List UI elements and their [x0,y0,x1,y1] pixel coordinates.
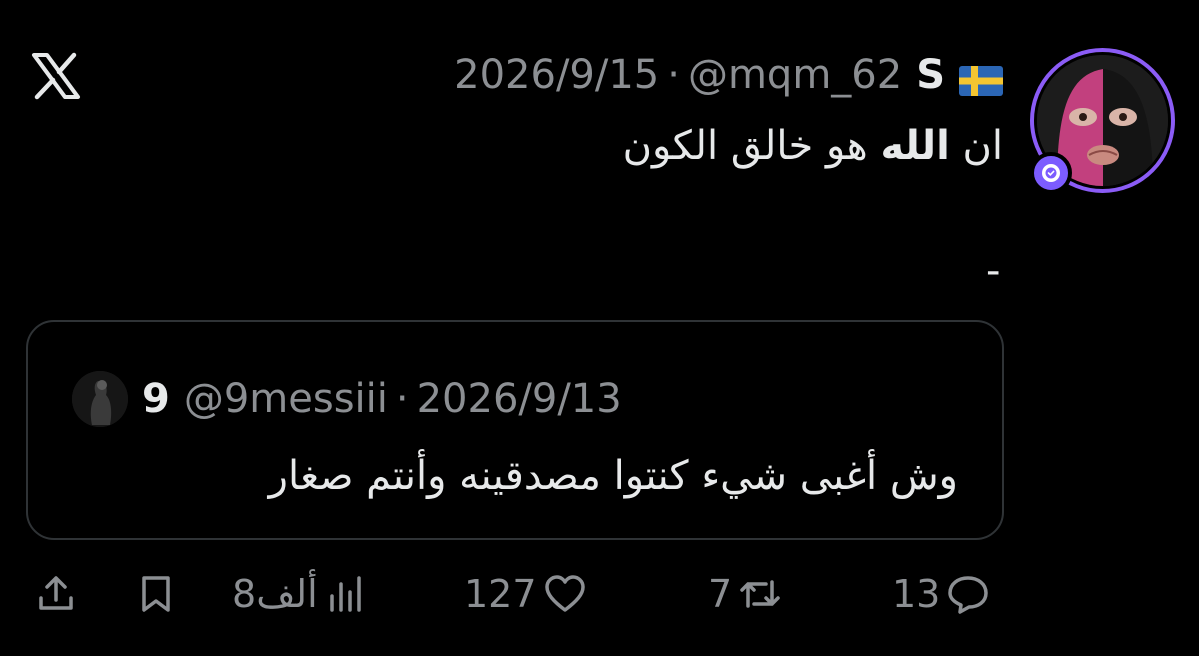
share-button[interactable] [34,566,78,622]
sweden-flag-icon [959,60,1003,96]
quoted-name[interactable]: 9 [142,376,170,422]
tweet-date[interactable]: 2026/9/15 [454,52,659,98]
tweet-text-before: ان [949,123,1004,169]
reposts-count: 7 [708,572,733,616]
views-count: 8ألف [232,572,318,616]
repost-button[interactable]: 7 [708,566,782,622]
reply-button[interactable]: 13 [892,566,990,622]
quoted-header: 9 @9messiii · 2026/9/13 [72,371,622,427]
bookmark-icon [142,576,170,612]
author-avatar[interactable] [1030,48,1175,194]
analytics-icon [329,576,361,612]
quoted-separator-dot: · [395,376,409,422]
x-logo-icon[interactable] [30,52,82,100]
bookmark-button[interactable] [134,566,178,622]
likes-count: 127 [464,572,537,616]
verified-badge-icon [1030,152,1072,194]
author-name[interactable]: S [916,52,945,98]
quoted-date[interactable]: 2026/9/13 [417,376,622,422]
quoted-tweet[interactable]: 9 @9messiii · 2026/9/13 وش أغبى شيء كنتو… [26,320,1004,540]
quoted-text: وش أغبى شيء كنتوا مصدقينه وأنتم صغار [268,453,958,499]
tweet-text: ان الله هو خالق الكون [623,118,1003,174]
quoted-handle[interactable]: @9messiii [184,376,388,422]
share-icon [39,576,73,610]
author-handle[interactable]: @mqm_62 [688,52,902,98]
views-button[interactable]: 8ألف [232,566,368,622]
separator-dot: · [667,52,680,98]
tweet-header: 2026/9/15 · @mqm_62 S [454,50,1003,100]
heart-icon [544,575,585,612]
action-bar: 8ألف 127 7 13 [0,566,1199,626]
repost-icon [740,580,780,608]
replies-count: 13 [892,572,941,616]
tweet-text-after: هو خالق الكون [622,123,881,169]
like-button[interactable]: 127 [464,566,587,622]
tweet-text-bold: الله [880,123,950,169]
tweet-dash: - [986,248,1001,294]
quoted-avatar[interactable] [72,371,128,427]
reply-icon [948,576,989,614]
